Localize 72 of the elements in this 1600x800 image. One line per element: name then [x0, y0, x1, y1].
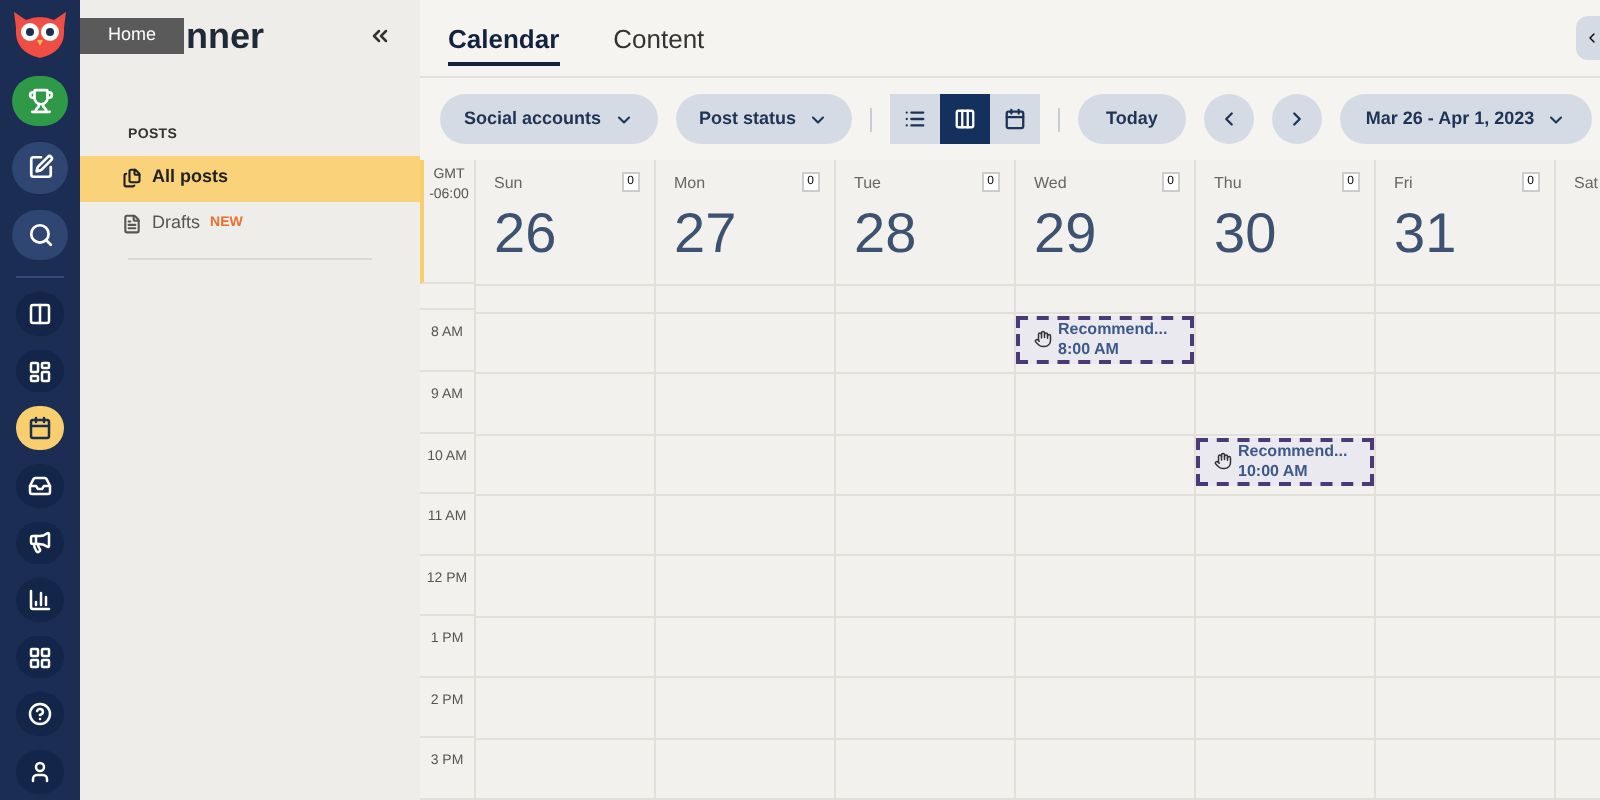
tooltip: Home — [80, 18, 185, 54]
calendar-icon — [1004, 108, 1027, 130]
megaphone-button[interactable] — [16, 521, 64, 565]
corner-button[interactable] — [1576, 16, 1600, 60]
bar-chart-icon — [28, 587, 52, 612]
hand-icon — [1214, 452, 1232, 471]
day-name: Sun — [494, 172, 523, 196]
owl-logo-icon[interactable] — [10, 8, 70, 61]
post-card[interactable]: Recommend... 10:00 AM — [1196, 437, 1374, 486]
columns-icon — [954, 108, 977, 130]
avatar-icon — [28, 759, 52, 784]
day-number: 27 — [674, 200, 739, 268]
tab[interactable]: Calendar — [448, 9, 560, 67]
day-name: Mon — [674, 172, 706, 196]
megaphone-icon — [28, 530, 52, 555]
next-button[interactable] — [1271, 94, 1322, 144]
dashboard-button[interactable] — [16, 349, 64, 393]
item-label: All posts — [152, 164, 229, 191]
post-time: 10:00 AM — [1238, 461, 1310, 482]
filter-dropdown[interactable]: Social accounts — [440, 94, 658, 144]
filter-dropdown[interactable]: Post status — [675, 94, 853, 144]
bar-chart-button[interactable] — [16, 578, 64, 622]
calendar-icon — [28, 416, 52, 441]
day-number: 28 — [854, 200, 919, 268]
sidebar-title: nner — [186, 13, 265, 59]
day-number: 31 — [1394, 200, 1459, 268]
inbox-button[interactable] — [16, 463, 64, 508]
files-icon — [122, 168, 142, 188]
tab[interactable]: Content — [613, 9, 705, 67]
compose-button[interactable] — [12, 142, 68, 194]
day-name: Thu — [1214, 172, 1242, 196]
trophy-icon — [27, 88, 53, 115]
day-name: Wed — [1034, 172, 1067, 196]
day-number: 26 — [494, 200, 559, 268]
post-title: Recommend... — [1238, 441, 1348, 462]
day-number: 30 — [1214, 200, 1279, 268]
hand-icon — [1034, 330, 1052, 349]
grid-button[interactable] — [16, 635, 64, 679]
today-button[interactable]: Today — [1078, 94, 1186, 144]
help-button[interactable] — [16, 692, 64, 736]
day-number: 29 — [1034, 200, 1099, 268]
post-title: Recommend... — [1058, 319, 1168, 340]
chevron-icon — [1584, 30, 1600, 46]
dashboard-icon — [28, 359, 52, 384]
day-name: Tue — [854, 172, 881, 196]
calendar-button[interactable] — [16, 406, 64, 450]
inbox-icon — [28, 473, 52, 498]
document-icon — [122, 214, 142, 234]
calendar-cell[interactable]: Recommend... 8:00 AM — [1016, 313, 1194, 375]
item-label: Drafts — [152, 210, 201, 237]
sidebar-item[interactable]: All posts — [80, 155, 420, 201]
search-button[interactable] — [12, 209, 68, 260]
columns-icon — [28, 301, 52, 326]
post-card[interactable]: Recommend... 8:00 AM — [1016, 315, 1194, 364]
date-range-dropdown[interactable]: Mar 26 - Apr 1, 2023 — [1339, 94, 1593, 144]
day-name: Fri — [1394, 172, 1413, 196]
columns-button[interactable] — [16, 292, 64, 336]
search-icon — [27, 221, 53, 248]
view-toggle[interactable] — [940, 94, 991, 144]
help-icon — [28, 702, 52, 727]
view-toggle[interactable] — [990, 94, 1041, 144]
collapse-icon[interactable] — [368, 24, 392, 48]
post-time: 8:00 AM — [1058, 339, 1121, 360]
previous-button[interactable] — [1203, 94, 1254, 144]
view-toggle[interactable] — [890, 94, 941, 144]
trophy-button[interactable] — [12, 76, 68, 127]
grid-icon — [28, 645, 52, 670]
calendar-cell[interactable]: Recommend... 10:00 AM — [1196, 435, 1374, 496]
compose-icon — [27, 154, 53, 181]
list-icon — [904, 108, 927, 130]
avatar-button[interactable] — [16, 749, 64, 793]
day-name: Sat — [1574, 172, 1599, 196]
